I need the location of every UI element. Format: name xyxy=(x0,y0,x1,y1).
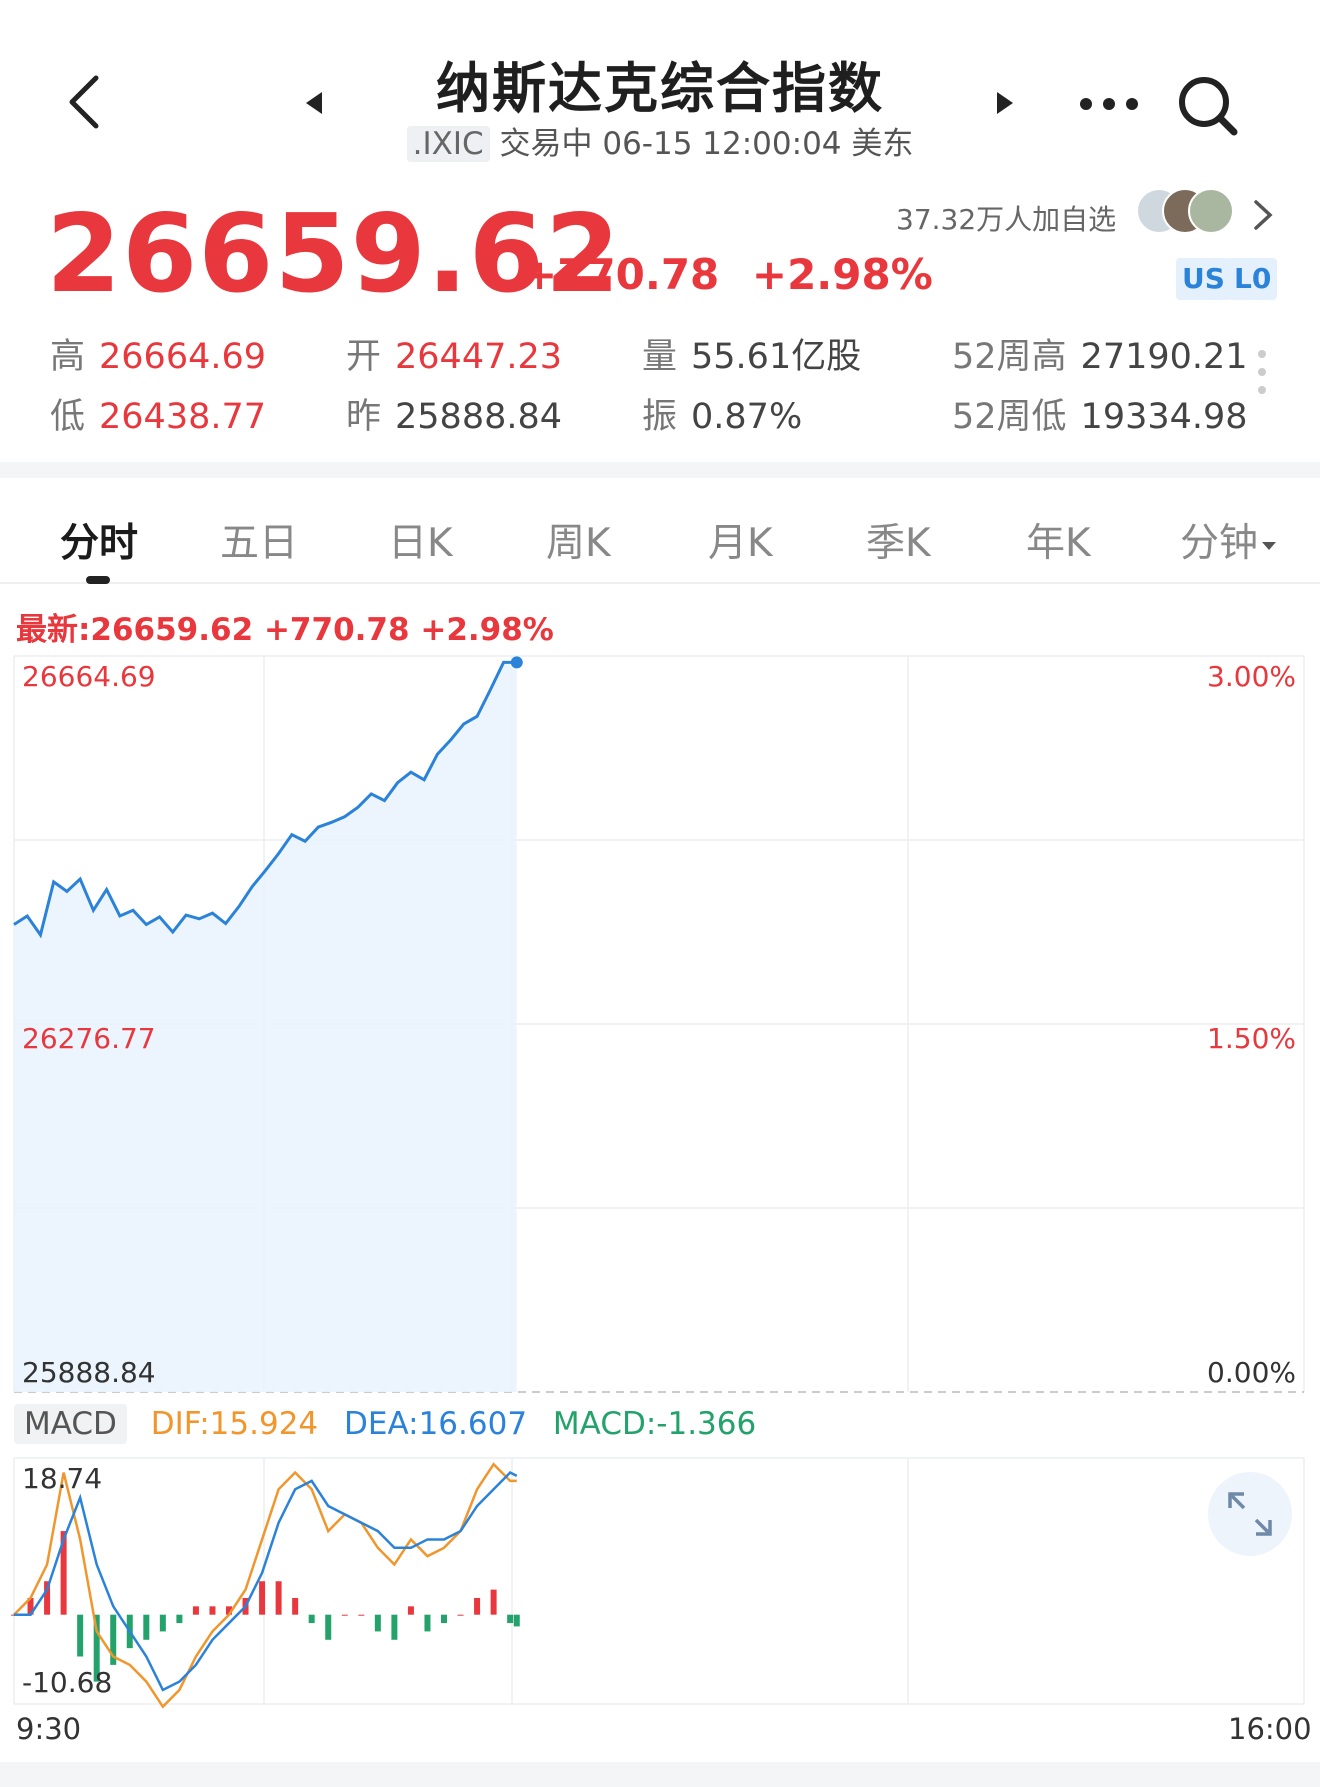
price-axis-label: 26276.77 xyxy=(22,1022,156,1055)
price-axis-label: 25888.84 xyxy=(22,1356,156,1389)
change-value: +770.78 xyxy=(522,250,720,299)
macd-bar xyxy=(513,1614,520,1627)
macd-bar xyxy=(275,1581,282,1615)
market-status: .IXIC 交易中 06-15 12:00:04 美东 xyxy=(360,118,960,163)
tab-monthly-k[interactable]: 月K xyxy=(708,512,773,568)
tab-quarterly-k[interactable]: 季K xyxy=(866,512,931,568)
bottom-bar xyxy=(0,1762,1320,1787)
macd-bar xyxy=(159,1614,166,1632)
more-icon[interactable] xyxy=(1078,92,1140,116)
stat-52w-high: 52周高 27190.21 xyxy=(952,337,1248,377)
price-change: +770.78 +2.98% xyxy=(522,250,933,299)
stat-amplitude: 振 0.87% xyxy=(642,397,803,437)
follower-count[interactable]: 37.32万人加自选 xyxy=(896,198,1116,238)
macd-bar xyxy=(391,1614,398,1640)
top-nav: 纳斯达克综合指数 .IXIC 交易中 06-15 12:00:04 美东 xyxy=(0,0,1320,180)
chart-period-tabs: 分时 五日 日K 周K 月K 季K 年K 分钟 xyxy=(0,480,1320,584)
tab-weekly-k[interactable]: 周K xyxy=(546,512,611,568)
level-badge: L0 xyxy=(1228,258,1278,300)
tab-five-day[interactable]: 五日 xyxy=(220,512,298,568)
macd-bar xyxy=(292,1597,299,1615)
macd-bar xyxy=(192,1606,199,1615)
stat-open: 开 26447.23 xyxy=(346,337,563,377)
macd-bar xyxy=(77,1614,84,1657)
macd-axis-label: 18.74 xyxy=(22,1462,102,1495)
macd-bar xyxy=(259,1581,266,1615)
percent-axis-label: 3.00% xyxy=(1207,660,1296,693)
macd-bar xyxy=(457,1614,464,1616)
time-axis-start: 9:30 xyxy=(16,1712,82,1746)
follower-avatars[interactable] xyxy=(1136,188,1236,238)
section-divider xyxy=(0,462,1320,478)
avatar xyxy=(1188,188,1234,234)
time-axis-end: 16:00 xyxy=(1228,1712,1312,1746)
macd-bar xyxy=(490,1589,497,1615)
stat-volume: 量 55.61亿股 xyxy=(642,337,862,377)
back-icon[interactable] xyxy=(64,72,104,132)
app-screen: 纳斯达克综合指数 .IXIC 交易中 06-15 12:00:04 美东 266… xyxy=(0,0,1320,1787)
latest-price-dot xyxy=(510,656,523,669)
macd-bar xyxy=(308,1614,315,1624)
percent-axis-label: 0.00% xyxy=(1207,1356,1296,1389)
trading-status: 交易中 06-15 12:00:04 美东 xyxy=(499,126,914,162)
intraday-chart[interactable]: 26664.69 26276.77 25888.84 3.00% 1.50% 0.00% 1… xyxy=(0,640,1320,1720)
macd-bar xyxy=(341,1614,348,1616)
ticker-code: .IXIC xyxy=(406,126,490,162)
expand-stats-icon[interactable] xyxy=(1258,350,1268,400)
macd-dif: DIF:15.924 xyxy=(150,1406,319,1442)
market-badge-us: US xyxy=(1176,258,1231,300)
macd-bar xyxy=(325,1614,332,1640)
macd-bar xyxy=(209,1606,216,1615)
macd-bar xyxy=(424,1614,431,1632)
macd-bar xyxy=(407,1606,414,1615)
tab-intraday[interactable]: 分时 xyxy=(60,512,138,568)
macd-bar xyxy=(441,1614,447,1624)
active-tab-indicator xyxy=(86,576,110,584)
macd-bar xyxy=(358,1614,365,1616)
tab-minute[interactable]: 分钟 xyxy=(1180,512,1277,568)
prev-stock-icon[interactable] xyxy=(302,88,326,118)
quote-stats: 高 26664.69 低 26438.77 开 26447.23 昨 25888.84 … xyxy=(0,318,1320,438)
macd-bar xyxy=(474,1597,481,1615)
macd-bar xyxy=(176,1614,183,1624)
tab-yearly-k[interactable]: 年K xyxy=(1026,512,1091,568)
macd-bar xyxy=(507,1614,514,1624)
macd-value: MACD:-1.366 xyxy=(552,1406,757,1442)
dea-line xyxy=(14,1471,518,1692)
macd-axis-label: -10.68 xyxy=(22,1666,112,1699)
macd-bar xyxy=(374,1614,381,1632)
tab-daily-k[interactable]: 日K xyxy=(388,512,453,568)
expand-icon[interactable] xyxy=(1208,1472,1292,1556)
macd-tag[interactable]: MACD xyxy=(14,1404,127,1444)
search-icon[interactable] xyxy=(1174,72,1242,140)
macd-dea: DEA:16.607 xyxy=(344,1406,528,1442)
caret-down-icon xyxy=(1262,541,1277,550)
macd-legend: MACD DIF:15.924 DEA:16.607 MACD:-1.366 xyxy=(14,1404,757,1444)
change-percent: +2.98% xyxy=(751,250,933,299)
stat-prev-close: 昨 25888.84 xyxy=(346,397,563,437)
page-title: 纳斯达克综合指数 xyxy=(436,57,884,120)
price-axis-label: 26664.69 xyxy=(22,660,156,693)
next-stock-icon[interactable] xyxy=(993,88,1017,118)
macd-bar xyxy=(143,1614,150,1640)
tab-minute-label: 分钟 xyxy=(1180,521,1259,566)
percent-axis-label: 1.50% xyxy=(1207,1022,1296,1055)
stat-52w-low: 52周低 19334.98 xyxy=(952,397,1248,437)
stat-high: 高 26664.69 xyxy=(50,337,267,377)
chevron-right-icon[interactable] xyxy=(1252,198,1274,232)
stat-low: 低 26438.77 xyxy=(50,397,267,437)
